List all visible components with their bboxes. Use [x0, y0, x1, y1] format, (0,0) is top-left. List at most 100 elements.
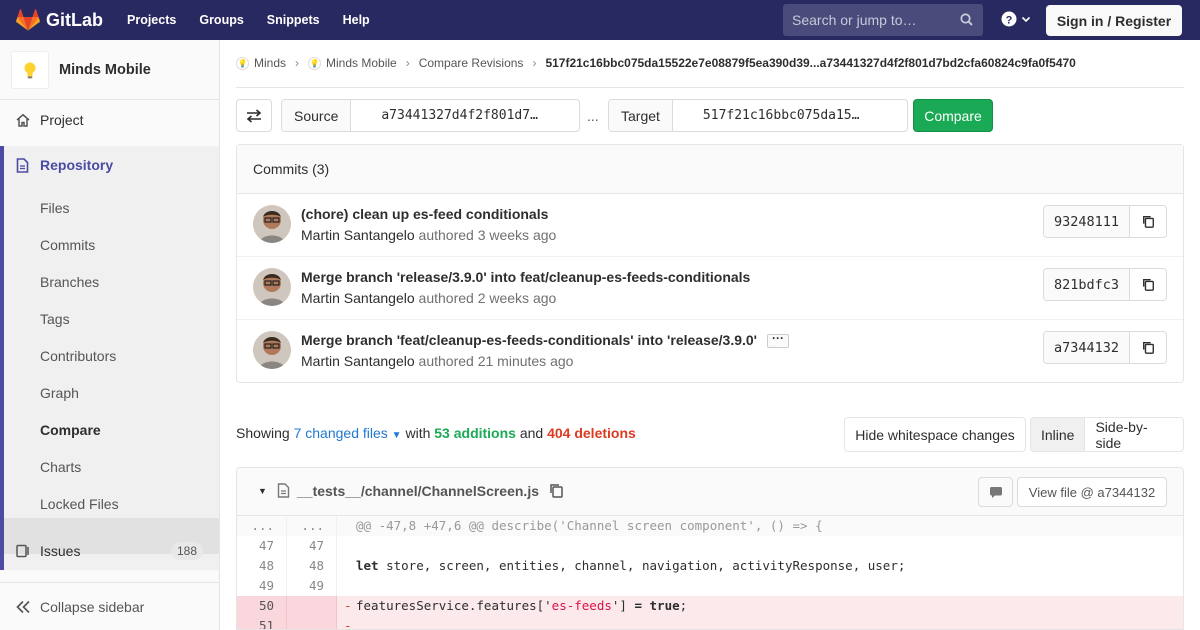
new-line-number[interactable]: 47 [287, 536, 337, 556]
avatar[interactable] [253, 205, 291, 243]
sidebar-item-issues[interactable]: Issues 188 [0, 542, 219, 560]
sidebar-subitem-compare[interactable]: Compare [40, 422, 101, 438]
old-line-number[interactable]: 50 [237, 596, 287, 616]
commit-meta: Martin Santangelo authored 3 weeks ago [301, 227, 556, 243]
nav-projects[interactable]: Projects [127, 13, 176, 27]
code-text: @@ -47,8 +47,6 @@ describe('Channel scre… [356, 518, 823, 533]
copy-sha-button[interactable] [1130, 269, 1166, 300]
nav-help[interactable]: Help [343, 13, 370, 27]
brand-name: GitLab [46, 9, 103, 30]
commit-sha[interactable]: a7344132 [1043, 332, 1130, 363]
search-input[interactable]: Search or jump to… [783, 4, 983, 36]
breadcrumb-item[interactable]: Minds Mobile [326, 56, 397, 70]
additions-count: 53 additions [434, 425, 516, 441]
commit-row: Merge branch 'release/3.9.0' into feat/c… [237, 257, 1183, 320]
nav-snippets[interactable]: Snippets [267, 13, 320, 27]
nav-groups[interactable]: Groups [199, 13, 243, 27]
commit-age: 3 weeks ago [477, 227, 557, 243]
old-line-number[interactable]: ... [237, 516, 287, 536]
commit-row: (chore) clean up es-feed conditionals Ma… [237, 194, 1183, 257]
chevron-right-icon: › [405, 56, 410, 70]
swap-revisions-button[interactable] [236, 99, 272, 132]
collapse-file-icon[interactable]: ▼ [258, 486, 267, 496]
old-line-number[interactable]: 51 [237, 616, 287, 629]
gitlab-logo[interactable]: GitLab [16, 9, 103, 31]
more-ellipsis-button[interactable]: ··· [767, 332, 790, 349]
code-content: - [337, 616, 356, 629]
hide-whitespace-button[interactable]: Hide whitespace changes [844, 417, 1026, 452]
new-line-number[interactable] [287, 596, 337, 616]
old-line-number[interactable]: 49 [237, 576, 287, 596]
gitlab-tanuki-icon [16, 9, 40, 31]
sidebar-item-project[interactable]: Project [0, 112, 219, 128]
old-line-number[interactable]: 48 [237, 556, 287, 576]
collapse-sidebar-button[interactable]: Collapse sidebar [0, 582, 219, 630]
sidebar-subitem-commits[interactable]: Commits [40, 237, 95, 253]
commit-author[interactable]: Martin Santangelo [301, 290, 415, 306]
authored-label: authored [418, 353, 474, 369]
diff-hunk-header: ...... @@ -47,8 +47,6 @@ describe('Channe… [237, 516, 1183, 536]
copy-sha-button[interactable] [1130, 206, 1166, 237]
new-line-number[interactable]: 49 [287, 576, 337, 596]
sign-in-button[interactable]: Sign in / Register [1046, 5, 1182, 36]
sidebar-subitem-locked-files[interactable]: Locked Files [40, 496, 119, 512]
authored-label: authored [418, 227, 474, 243]
breadcrumb-item[interactable]: Compare Revisions [419, 56, 524, 70]
breadcrumb-current[interactable]: 517f21c16bbc075da15522e7e08879f5ea390d39… [545, 56, 1075, 70]
sidebar-subitem-tags[interactable]: Tags [40, 311, 70, 327]
swap-arrows-icon [246, 108, 262, 123]
commit-sha[interactable]: 821bdfc3 [1043, 269, 1130, 300]
avatar[interactable] [253, 331, 291, 369]
commits-header: Commits (3) [237, 145, 1183, 194]
issues-icon [16, 544, 32, 558]
compare-button[interactable]: Compare [913, 99, 993, 132]
commit-meta: Martin Santangelo authored 21 minutes ag… [301, 353, 573, 369]
sidebar-subitem-files[interactable]: Files [40, 200, 70, 216]
sidebar-item-label: Project [40, 112, 84, 128]
target-revision-field[interactable]: 517f21c16bbc075da15… [673, 100, 890, 131]
sidebar-subitem-charts[interactable]: Charts [40, 459, 81, 475]
sidebar-subitem-graph[interactable]: Graph [40, 385, 79, 401]
source-revision-group[interactable]: Source a73441327d4f2f801d7… [281, 99, 580, 132]
commit-meta: Martin Santangelo authored 2 weeks ago [301, 290, 556, 306]
diff-line: 47 47 [237, 536, 1183, 556]
commit-title[interactable]: (chore) clean up es-feed conditionals [301, 206, 548, 222]
commit-title[interactable]: Merge branch 'release/3.9.0' into feat/c… [301, 269, 750, 285]
new-line-number[interactable]: ... [287, 516, 337, 536]
diff-line: 49 49 [237, 576, 1183, 596]
commit-sha[interactable]: 93248111 [1043, 206, 1130, 237]
question-circle-icon: ? [1001, 11, 1017, 27]
inline-view-button[interactable]: Inline [1031, 418, 1086, 451]
sidebar-project-header[interactable]: Minds Mobile [0, 40, 219, 100]
diff-file-header[interactable]: ▼ __tests__/channel/ChannelScreen.js Vie… [237, 468, 1183, 516]
commit-author[interactable]: Martin Santangelo [301, 227, 415, 243]
new-line-number[interactable] [287, 616, 337, 629]
avatar[interactable] [253, 268, 291, 306]
search-icon [960, 13, 973, 29]
commit-sha-group: 821bdfc3 [1042, 268, 1167, 301]
sidebar-subitem-branches[interactable]: Branches [40, 274, 99, 290]
deletions-count: 404 deletions [547, 425, 636, 441]
doc-icon [16, 157, 32, 173]
sidebar-item-repository[interactable]: Repository [0, 157, 219, 173]
side-by-side-button[interactable]: Side-by-side [1085, 418, 1183, 451]
caret-down-icon: ▼ [391, 430, 402, 441]
copy-sha-button[interactable] [1130, 332, 1166, 363]
help-dropdown[interactable]: ? [1001, 11, 1031, 27]
copy-icon [1142, 342, 1154, 354]
target-revision-group[interactable]: Target 517f21c16bbc075da15… [608, 99, 908, 132]
changed-files-dropdown[interactable]: 7 changed files ▼ [294, 425, 402, 441]
commit-author[interactable]: Martin Santangelo [301, 353, 415, 369]
copy-path-icon[interactable] [549, 483, 564, 501]
old-line-number[interactable]: 47 [237, 536, 287, 556]
file-path[interactable]: __tests__/channel/ChannelScreen.js [297, 483, 539, 499]
search-placeholder: Search or jump to… [792, 12, 917, 28]
view-file-button[interactable]: View file @ a7344132 [1017, 477, 1167, 507]
source-revision-field[interactable]: a73441327d4f2f801d7… [351, 100, 568, 131]
sidebar-subitem-contributors[interactable]: Contributors [40, 348, 116, 364]
toggle-comments-button[interactable] [978, 477, 1013, 507]
divider [236, 87, 1184, 88]
breadcrumb-item[interactable]: Minds [254, 56, 286, 70]
new-line-number[interactable]: 48 [287, 556, 337, 576]
commit-title[interactable]: Merge branch 'feat/cleanup-es-feeds-cond… [301, 332, 790, 349]
